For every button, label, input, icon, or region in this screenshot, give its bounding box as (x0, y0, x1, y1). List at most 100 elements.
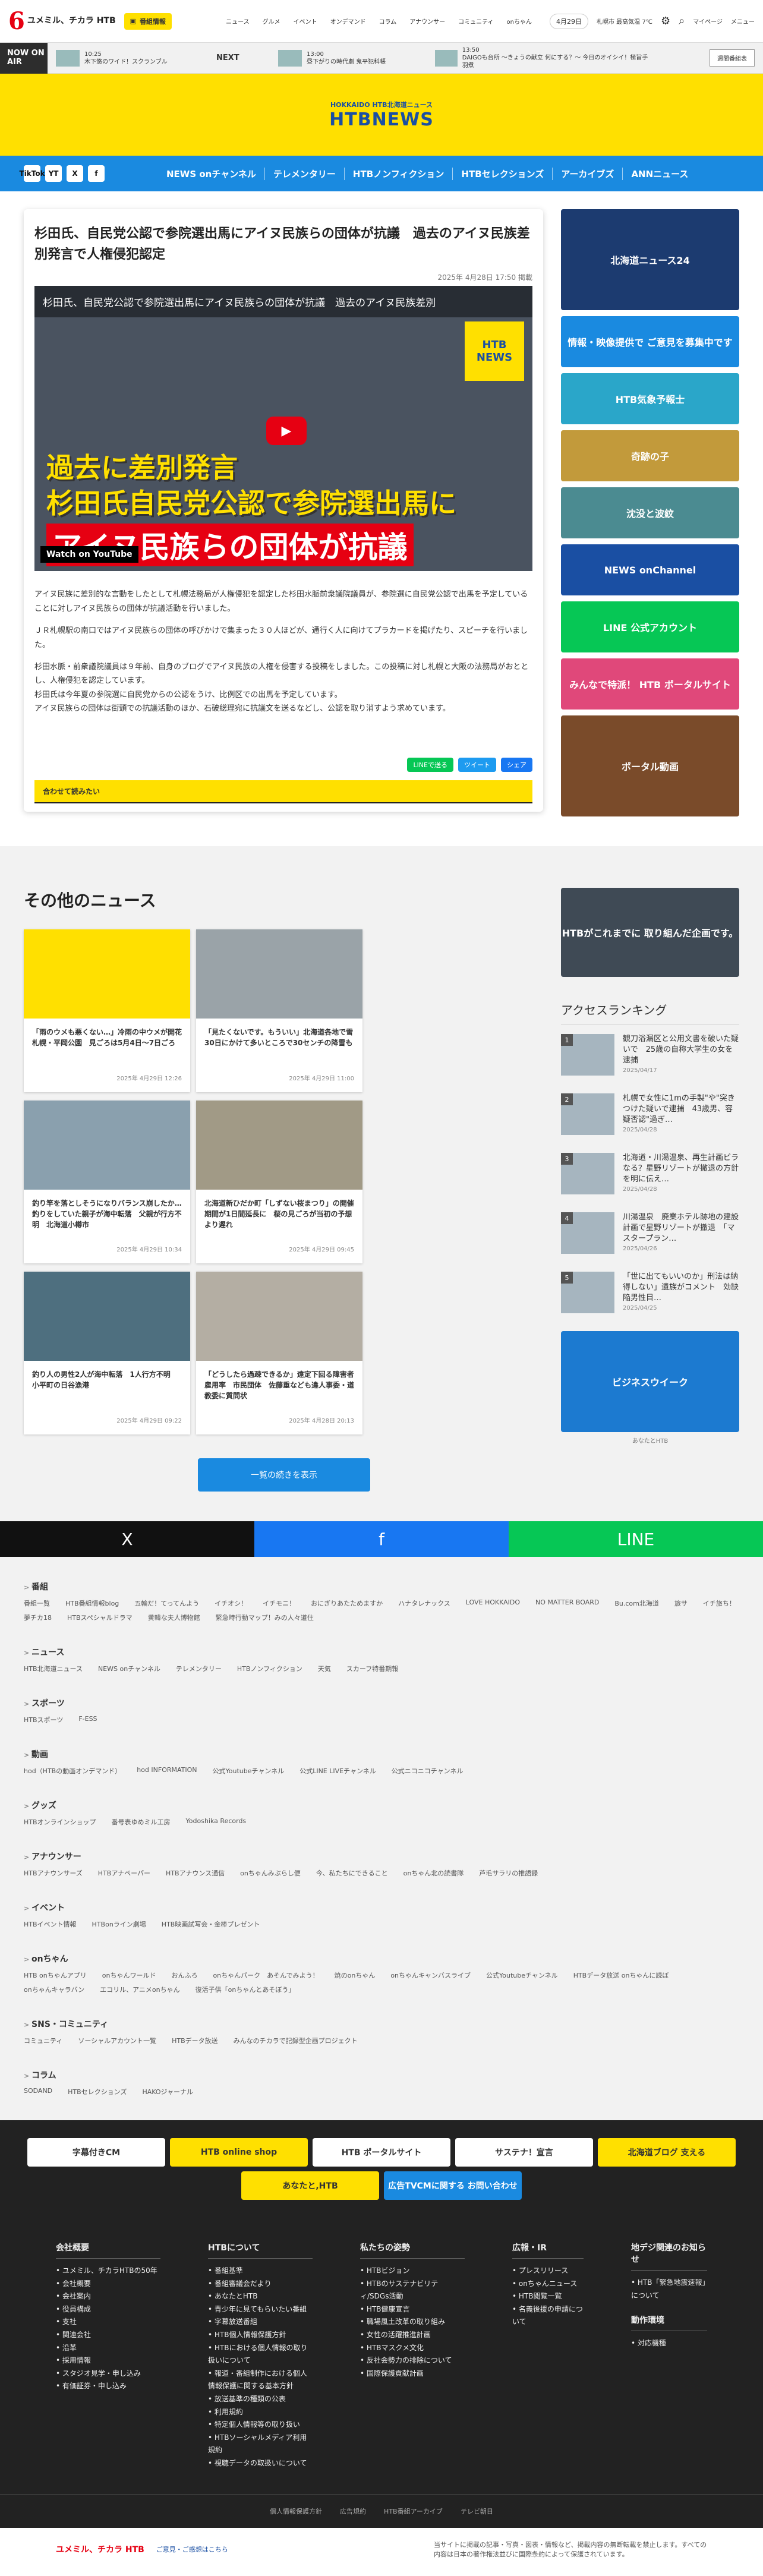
sitemap-link[interactable]: onちゃんキャンバスライブ (390, 1970, 471, 1980)
footer-bottom-link[interactable]: HTB番組アーカイブ (384, 2506, 443, 2516)
sitemap-link[interactable]: コミュニティ (24, 2036, 62, 2045)
footer-logo[interactable]: ユメミル、チカラ HTB (56, 2543, 144, 2555)
nav-event[interactable]: イベント (294, 17, 317, 26)
x-share-icon[interactable]: X (0, 1521, 254, 1557)
ranking-item[interactable]: 4 川湯温泉 廃業ホテル跡地の建設計画で星野リゾートが撤退 「マスタープラン… 20… (561, 1212, 739, 1254)
footer-link[interactable]: 女性の活躍推進計画 (360, 2329, 465, 2342)
footer-link[interactable]: 番組審議会だより (208, 2278, 313, 2291)
footer-link[interactable]: プレスリリース (512, 2265, 584, 2278)
sitemap-link[interactable]: イチオシ！ (215, 1598, 247, 1608)
footer-link[interactable]: 採用情報 (56, 2354, 160, 2367)
sitemap-link[interactable]: onちゃんみぶらし便 (240, 1868, 301, 1878)
footer-link[interactable]: HTBマスクメ文化 (360, 2342, 465, 2355)
footer-link[interactable]: 会社概要 (56, 2278, 160, 2291)
sitemap-link[interactable]: NEWS onチャンネル (98, 1664, 160, 1673)
sitemap-link[interactable]: SODAND (24, 2087, 52, 2096)
youtube-icon[interactable]: YT (45, 165, 62, 182)
sitemap-link[interactable]: onちゃんキャラバン (24, 1985, 84, 1994)
sitemap-link[interactable]: 焼のonちゃん (335, 1970, 376, 1980)
side-banner-weather[interactable]: HTB気象予報士 (561, 373, 739, 424)
sitemap-link[interactable]: 公式ニコニコチャンネル (392, 1766, 464, 1776)
ad-banner[interactable]: 北海道ブログ 支える (598, 2138, 736, 2167)
watch-on-youtube[interactable]: Watch on YouTube (40, 546, 138, 563)
nav-announcer[interactable]: アナウンサー (409, 17, 445, 26)
ranking-item[interactable]: 1 観刀浴漏区と公用文書を破いた疑いで 25歳の自称大学生の女を逮捕 2025/04… (561, 1034, 739, 1076)
nav-community[interactable]: コミュニティ (458, 17, 493, 26)
sitemap-link[interactable]: hod INFORMATION (137, 1766, 197, 1776)
sitemap-link[interactable]: HTBデータ放送 onちゃんに読ぼ (573, 1970, 669, 1980)
nav-gourmet[interactable]: グルメ (263, 17, 280, 26)
sitemap-link[interactable]: HTBデータ放送 (172, 2036, 218, 2045)
sitemap-link[interactable]: 芦毛サラリの推語録 (479, 1868, 538, 1878)
facebook-share-button[interactable]: シェア (501, 757, 532, 772)
sitemap-link[interactable]: F-ESS (78, 1715, 97, 1724)
footer-link[interactable]: スタジオ見学・申し込み (56, 2367, 160, 2380)
sitemap-link[interactable]: 緊急時行動マップ！みの人々道住 (216, 1613, 314, 1622)
feedback-link[interactable]: ご意見・ご感想はこちら (156, 2545, 228, 2554)
sitemap-link[interactable]: HTBオンラインショップ (24, 1817, 96, 1827)
footer-link[interactable]: 名義後援の申請について (512, 2303, 584, 2329)
facebook-share-icon[interactable]: f (254, 1521, 509, 1557)
ranking-item[interactable]: 2 札幌で女性に1mの手製"や"突きつけた疑いで逮捕 43歳男、容疑否認"過ぎ… 2… (561, 1093, 739, 1135)
menu-button[interactable]: メニュー (731, 17, 755, 26)
sitemap-link[interactable]: LOVE HOKKAIDO (466, 1598, 520, 1608)
side-banner-news-on[interactable]: NEWS onChannel (561, 544, 739, 595)
sitemap-link[interactable]: HTBアナペーパー (98, 1868, 150, 1878)
program-info-button[interactable]: ▣ 番組情報 (124, 12, 172, 30)
sitemap-link[interactable]: ソーシャルアカウント一覧 (78, 2036, 156, 2045)
nav-news[interactable]: ニュース (226, 17, 250, 26)
sitemap-link[interactable]: エコリル、アニメonちゃん (100, 1985, 179, 1994)
nav-column[interactable]: コラム (379, 17, 397, 26)
footer-link[interactable]: HTBソーシャルメディア利用規約 (208, 2432, 313, 2457)
news-card[interactable]: 北海道新ひだか町「しずない桜まつり」の開催期間が1日間延長に 桜の見ごろが当初の… (196, 1101, 362, 1263)
sitemap-link[interactable]: テレメンタリー (176, 1664, 222, 1673)
footer-link[interactable]: HTB個人情報保護方針 (208, 2329, 313, 2342)
footer-link[interactable]: 特定個人情報等の取り扱い (208, 2419, 313, 2432)
footer-link[interactable]: 報道・番組制作における個人情報保護に関する基本方針 (208, 2367, 313, 2393)
sitemap-link[interactable]: Bu.com北海道 (614, 1598, 659, 1608)
footer-link[interactable]: 番組基準 (208, 2265, 313, 2278)
ad-banner[interactable]: HTB ポータルサイト (313, 2138, 450, 2167)
side-banner-video[interactable]: ポータル動画 (561, 715, 739, 816)
x-icon[interactable]: X (67, 165, 83, 182)
gnav-ann-news[interactable]: ANNニュース (623, 168, 696, 180)
footer-link[interactable]: あなたとHTB (208, 2290, 313, 2303)
news-card[interactable]: 釣り竿を落としそうになりバランス崩したか…釣りをしていた親子が海中転落 父親が行… (24, 1101, 190, 1263)
footer-link[interactable]: HTBビジョン (360, 2265, 465, 2278)
ad-banner[interactable]: サステナ！宣言 (455, 2138, 593, 2167)
sitemap-link[interactable]: 五輪だ！てってんよう (134, 1598, 199, 1608)
footer-link[interactable]: HTBにおける個人情報の取り扱いについて (208, 2342, 313, 2367)
sitemap-link[interactable]: 番号表ゆめミル工房 (112, 1817, 171, 1827)
gnav-selections[interactable]: HTBセレクションズ (453, 167, 553, 180)
sitemap-link[interactable]: ハナタレナックス (398, 1598, 450, 1608)
footer-link[interactable]: 放送基準の種類の公表 (208, 2393, 313, 2406)
side-banner-chinbotsu[interactable]: 沈没と波紋 (561, 487, 739, 538)
gnav-news-on[interactable]: NEWS onチャンネル (158, 167, 265, 180)
sitemap-link[interactable]: HTBスポーツ (24, 1715, 63, 1724)
sitemap-link[interactable]: HTB onちゃんアプリ (24, 1970, 87, 1980)
sitemap-link[interactable]: HTBonライン劇場 (92, 1919, 146, 1929)
ranking-item[interactable]: 3 北海道・川湯温泉、再生計画ピラなる？星野リゾートが撤退の方針を明に伝え… 202… (561, 1153, 739, 1194)
footer-link[interactable]: 視聴データの取扱いについて (208, 2457, 313, 2470)
sitemap-link[interactable]: HTBイベント情報 (24, 1919, 77, 1929)
gnav-archives[interactable]: アーカイブズ (553, 167, 623, 180)
footer-bottom-link[interactable]: 広告規約 (340, 2506, 366, 2516)
sitemap-link[interactable]: スカーフ特番期報 (346, 1664, 398, 1673)
sitemap-link[interactable]: HTBセレクションズ (68, 2087, 127, 2096)
htb-projects-banner[interactable]: HTBがこれまでに 取り組んだ企画です。 (561, 888, 739, 977)
sitemap-link[interactable]: 公式Youtubeチャンネル (486, 1970, 558, 1980)
footer-link[interactable]: HTB閲覧一覧 (512, 2290, 584, 2303)
footer-link[interactable]: 支社 (56, 2316, 160, 2329)
gnav-telementary[interactable]: テレメンタリー (265, 167, 345, 180)
current-program[interactable]: 10:25 木下悠のワイド！スクランブル (56, 49, 204, 67)
sitemap-link[interactable]: HAKOジャーナル (142, 2087, 193, 2096)
next-program-1[interactable]: 13:00 昼下がりの時代劇 鬼平犯科帳 (278, 49, 427, 67)
facebook-icon[interactable]: f (88, 165, 105, 182)
sitemap-link[interactable]: 黄韓な夫人博物館 (148, 1613, 200, 1622)
nav-ondemand[interactable]: オンデマンド (330, 17, 366, 26)
sitemap-link[interactable]: HTB番組情報blog (65, 1598, 119, 1608)
footer-link[interactable]: 関連会社 (56, 2329, 160, 2342)
sitemap-link[interactable]: イチ旅ち！ (703, 1598, 736, 1608)
sitemap-link[interactable]: Yodoshika Records (186, 1817, 247, 1827)
mypage-link[interactable]: マイページ (693, 17, 723, 26)
